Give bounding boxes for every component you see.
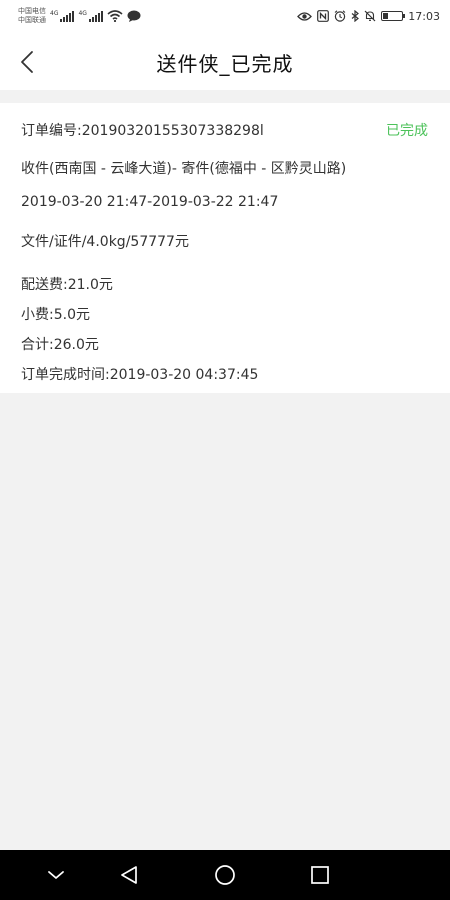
square-recents-icon — [311, 866, 329, 884]
order-time-window: 2019-03-20 21:47-2019-03-22 21:47 — [21, 194, 279, 210]
carrier-block: 中国电信 中国联通 4G 4G — [18, 7, 141, 25]
order-number: 订单编号:20190320155307338298l — [21, 123, 264, 139]
order-card: 订单编号:20190320155307338298l 已完成 收件(西南国 - … — [0, 103, 450, 393]
nav-recents-button[interactable] — [295, 850, 345, 900]
triangle-back-icon — [121, 866, 137, 884]
battery-level — [383, 13, 389, 19]
status-time: 17:03 — [408, 9, 440, 23]
carrier-2: 中国联通 — [18, 16, 46, 24]
order-total: 合计:26.0元 — [21, 337, 99, 353]
order-route: 收件(西南国 - 云峰大道)- 寄件(德福中 - 区黔灵山路) — [21, 161, 347, 177]
network-type-1: 4G — [50, 10, 59, 17]
page-title: 送件侠_已完成 — [156, 52, 294, 76]
network-type-2: 4G — [78, 10, 87, 17]
app-header: 送件侠_已完成 — [0, 32, 450, 90]
eye-icon — [297, 11, 313, 21]
alarm-icon — [334, 10, 346, 22]
chevron-down-icon — [48, 871, 64, 879]
order-completed-time: 订单完成时间:2019-03-20 04:37:45 — [21, 367, 259, 383]
bluetooth-icon — [351, 10, 360, 22]
status-bar: 中国电信 中国联通 4G 4G 17:03 — [0, 0, 450, 32]
nav-home-button[interactable] — [200, 850, 250, 900]
nav-hide-button[interactable] — [31, 850, 81, 900]
order-item: 文件/证件/4.0kg/57777元 — [21, 234, 189, 250]
delivery-fee: 配送费:21.0元 — [21, 277, 113, 293]
nav-back-button[interactable] — [104, 850, 154, 900]
carrier-names: 中国电信 中国联通 — [18, 7, 46, 25]
wifi-icon — [107, 10, 123, 22]
signal-1-icon: 4G — [50, 10, 75, 22]
mute-bell-icon — [364, 10, 376, 22]
order-status-badge: 已完成 — [386, 123, 428, 139]
signal-2-icon: 4G — [78, 10, 103, 22]
status-right: 17:03 — [297, 10, 440, 23]
battery-icon — [381, 11, 406, 21]
chat-bubble-icon — [127, 10, 141, 22]
system-nav-bar — [0, 850, 450, 900]
tip-fee: 小费:5.0元 — [21, 307, 90, 323]
nfc-icon — [317, 10, 330, 22]
carrier-1: 中国电信 — [18, 7, 46, 15]
circle-home-icon — [215, 865, 235, 885]
